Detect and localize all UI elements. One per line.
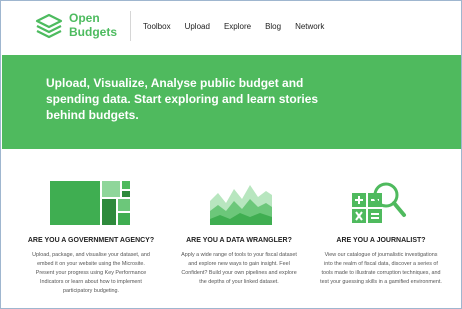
feature-government-title: ARE YOU A GOVERNMENT AGENCY? bbox=[27, 237, 155, 244]
feature-wrangler-body: Apply a wide range of tools to your fisc… bbox=[181, 252, 297, 285]
audience-features: ARE YOU A GOVERNMENT AGENCY? Upload, pac… bbox=[2, 171, 461, 308]
browser-frame: Open Budgets Toolbox Upload Explore Blog… bbox=[0, 0, 462, 309]
site-header: Open Budgets Toolbox Upload Explore Blog… bbox=[1, 1, 461, 53]
feature-data-wrangler: ARE YOU A DATA WRANGLER? Apply a wide ra… bbox=[174, 171, 304, 287]
hero-banner: Upload, Visualize, Analyse public budget… bbox=[2, 55, 461, 149]
feature-government-body: Upload, package, and visualise your data… bbox=[32, 252, 150, 294]
nav-upload[interactable]: Upload bbox=[185, 22, 210, 31]
feature-government-agency: ARE YOU A GOVERNMENT AGENCY? Upload, pac… bbox=[26, 171, 156, 296]
brand-name-line1: Open bbox=[69, 11, 100, 25]
feature-journalist-title: ARE YOU A JOURNALIST? bbox=[336, 237, 426, 244]
brand-name: Open Budgets bbox=[69, 11, 117, 39]
header-divider bbox=[130, 11, 131, 41]
nav-toolbox[interactable]: Toolbox bbox=[143, 22, 171, 31]
main-nav: Toolbox Upload Explore Blog Network bbox=[143, 22, 324, 31]
calculator-magnifier-icon bbox=[316, 171, 446, 227]
open-budgets-logo[interactable]: Open Budgets bbox=[35, 9, 135, 43]
feature-journalist-body: View our catalogue of journalistic inves… bbox=[320, 252, 442, 285]
nav-network[interactable]: Network bbox=[295, 22, 324, 31]
brand-name-line2: Budgets bbox=[69, 25, 117, 39]
nav-blog[interactable]: Blog bbox=[265, 22, 281, 31]
nav-explore[interactable]: Explore bbox=[224, 22, 251, 31]
feature-wrangler-title: ARE YOU A DATA WRANGLER? bbox=[186, 237, 292, 244]
treemap-icon bbox=[26, 171, 156, 227]
area-chart-icon bbox=[174, 171, 304, 227]
stacked-layers-icon bbox=[35, 13, 63, 39]
feature-journalist: ARE YOU A JOURNALIST? View our catalogue… bbox=[316, 171, 446, 287]
hero-headline: Upload, Visualize, Analyse public budget… bbox=[46, 76, 319, 122]
